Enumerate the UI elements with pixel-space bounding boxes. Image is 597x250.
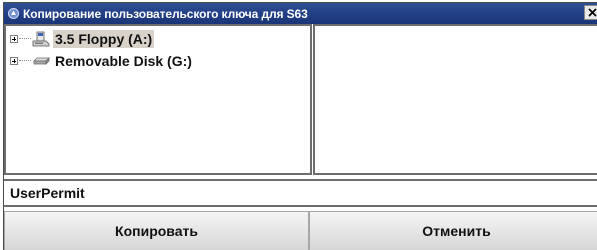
removable-disk-icon xyxy=(32,52,50,70)
file-list-pane[interactable] xyxy=(313,24,597,175)
close-button[interactable] xyxy=(584,5,597,20)
title-bar[interactable]: Копирование пользовательского ключа для … xyxy=(4,3,597,24)
tree-item-label: 3.5 Floppy (A:) xyxy=(53,30,155,48)
copy-button[interactable]: Копировать xyxy=(4,211,309,250)
close-icon xyxy=(587,8,597,17)
window-title: Копирование пользовательского ключа для … xyxy=(23,6,308,21)
filename-field[interactable]: UserPermit xyxy=(4,179,597,207)
drive-tree-pane[interactable]: 3.5 Floppy (A:) Removable Disk (G:) xyxy=(4,24,312,175)
tree-connector xyxy=(19,60,31,61)
dialog-window: Копирование пользовательского ключа для … xyxy=(3,2,597,250)
tree-item-label: Removable Disk (G:) xyxy=(55,53,192,69)
button-bar: Копировать Отменить xyxy=(4,211,597,250)
app-icon xyxy=(8,8,19,19)
expand-toggle[interactable] xyxy=(10,35,18,43)
tree-connector xyxy=(19,38,31,39)
expand-toggle[interactable] xyxy=(10,57,18,65)
floppy-drive-icon xyxy=(32,30,50,48)
cancel-button[interactable]: Отменить xyxy=(309,211,597,250)
